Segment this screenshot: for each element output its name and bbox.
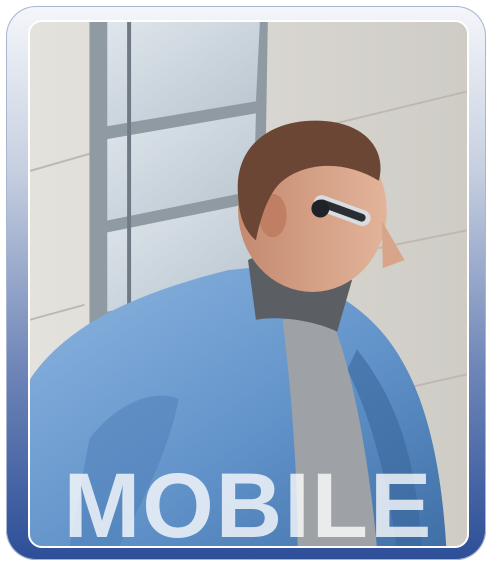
photo-panel: MOBILE (28, 20, 469, 548)
mobile-caption: MOBILE (63, 455, 434, 548)
